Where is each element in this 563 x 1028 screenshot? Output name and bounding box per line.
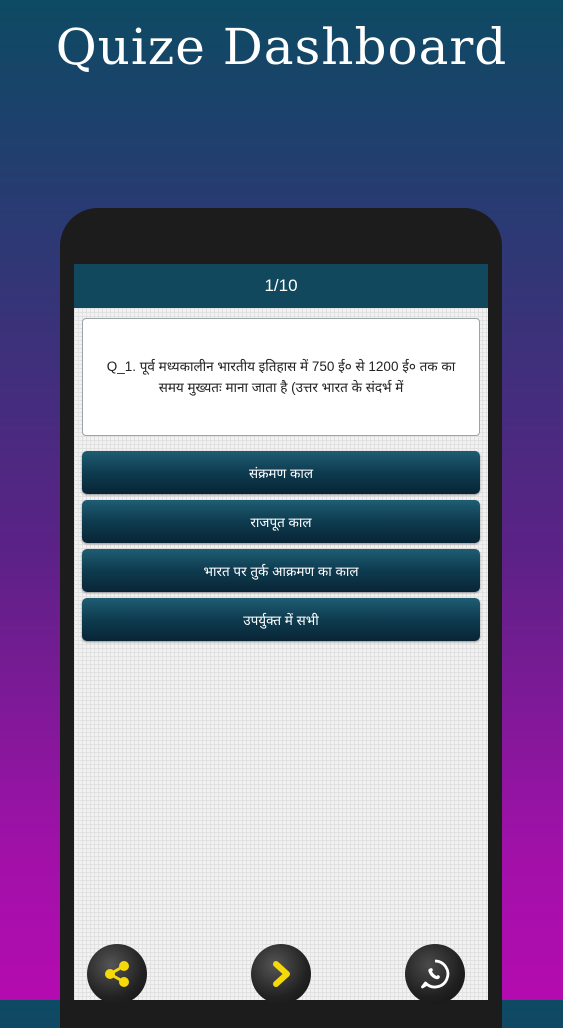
option-label: भारत पर तुर्क आक्रमण का काल	[203, 563, 359, 579]
option-button-2[interactable]: राजपूत काल	[82, 500, 480, 543]
page-title: Quize Dashboard	[55, 18, 508, 76]
option-label: उपर्युक्त में सभी	[243, 612, 319, 628]
option-label: राजपूत काल	[250, 514, 312, 530]
quiz-screen: 1/10 Q_1. पूर्व मध्यकालीन भारतीय इतिहास …	[74, 264, 488, 1000]
next-button[interactable]	[251, 944, 311, 1004]
share-icon	[105, 961, 129, 987]
options-list: संक्रमण काल राजपूत काल भारत पर तुर्क आक्…	[82, 451, 480, 647]
question-text: Q_1. पूर्व मध्यकालीन भारतीय इतिहास में 7…	[106, 359, 456, 395]
question-card: Q_1. पूर्व मध्यकालीन भारतीय इतिहास में 7…	[82, 318, 480, 436]
quiz-header: 1/10	[74, 264, 488, 308]
whatsapp-button[interactable]	[405, 944, 465, 1004]
share-button[interactable]	[87, 944, 147, 1004]
option-button-4[interactable]: उपर्युक्त में सभी	[82, 598, 480, 641]
option-button-1[interactable]: संक्रमण काल	[82, 451, 480, 494]
option-label: संक्रमण काल	[248, 465, 314, 481]
whatsapp-icon	[421, 959, 450, 989]
chevron-right-icon	[273, 961, 290, 987]
question-counter: 1/10	[264, 276, 298, 295]
option-button-3[interactable]: भारत पर तुर्क आक्रमण का काल	[82, 549, 480, 592]
